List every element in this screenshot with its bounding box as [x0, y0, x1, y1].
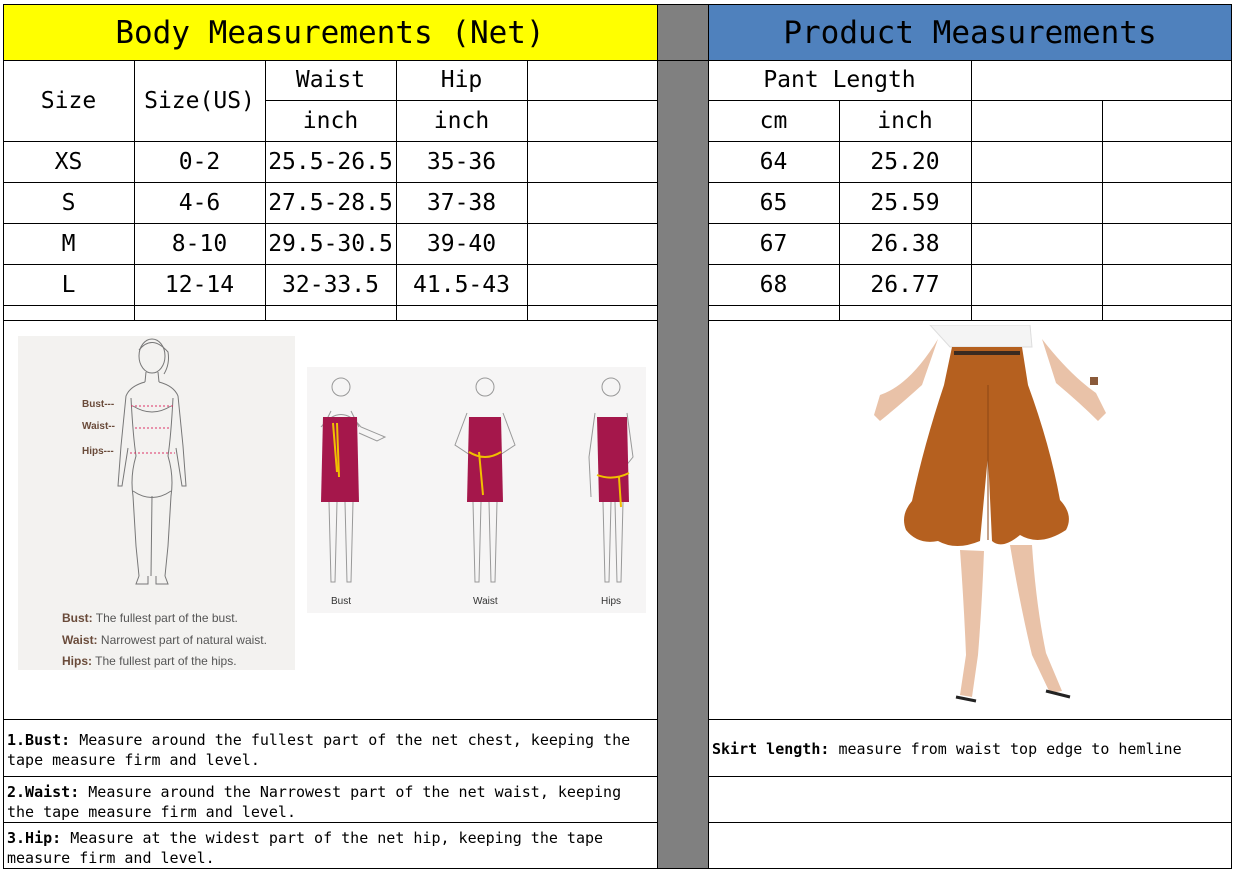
cell-cm: 67: [759, 231, 788, 257]
col-waist-unit: inch: [302, 108, 359, 134]
note-hip-label: 3.Hip:: [7, 829, 62, 847]
col-hip-unit: inch: [433, 108, 490, 134]
note-waist-label: 2.Waist:: [7, 783, 80, 801]
dress-figure-bust: [320, 377, 387, 583]
note-hip-text: Measure at the widest part of the net hi…: [7, 829, 604, 867]
dress-measure-figure: Bust Waist Hips: [307, 367, 646, 613]
def-hips-label: Hips:: [62, 654, 92, 668]
label-mid-bust: Bust: [331, 596, 352, 607]
col-pl-inch: inch: [877, 108, 933, 134]
cell-waist: 27.5-28.5: [268, 190, 393, 216]
def-hips-text: The fullest part of the hips.: [95, 654, 237, 668]
label-waist: Waist--: [82, 421, 115, 432]
col-size-us: Size(US): [144, 87, 255, 114]
label-hips: Hips---: [82, 446, 114, 457]
col-size: Size: [40, 87, 97, 114]
cell-size: XS: [54, 149, 83, 175]
note-bust: 1.Bust: Measure around the fullest part …: [3, 730, 657, 770]
cell-waist: 32-33.5: [282, 272, 379, 298]
product-measurements-header: Product Measurements: [708, 5, 1232, 60]
note-bust-text: Measure around the fullest part of the n…: [7, 731, 631, 769]
cell-cm: 65: [759, 190, 788, 216]
body-measurements-header: Body Measurements (Net): [3, 5, 657, 60]
note-bust-label: 1.Bust:: [7, 731, 71, 749]
label-bust: Bust---: [82, 399, 115, 410]
def-bust-label: Bust:: [62, 611, 93, 625]
cell-size-us: 4-6: [178, 190, 221, 216]
cell-size-us: 0-2: [178, 149, 221, 175]
def-waist-text: Narrowest part of natural waist.: [100, 633, 267, 647]
def-hips: Hips: The fullest part of the hips.: [62, 654, 237, 668]
label-mid-hips: Hips: [601, 596, 622, 607]
note-skirt-length: Skirt length: measure from waist top edg…: [708, 739, 1232, 759]
col-hip: Hip: [440, 67, 483, 93]
note-hip: 3.Hip: Measure at the widest part of the…: [3, 828, 657, 868]
cell-size: L: [61, 272, 76, 298]
cell-inch: 26.77: [870, 272, 940, 298]
cell-waist: 25.5-26.5: [268, 149, 393, 175]
product-photo: [860, 324, 1130, 715]
cell-hip: 35-36: [426, 149, 497, 175]
cell-waist: 29.5-30.5: [268, 231, 393, 257]
cell-cm: 64: [759, 149, 788, 175]
def-bust: Bust: The fullest part of the bust.: [62, 611, 238, 625]
cell-size-us: 12-14: [164, 272, 235, 298]
cell-hip: 39-40: [426, 231, 497, 257]
cell-inch: 25.20: [870, 149, 940, 175]
label-mid-waist: Waist: [473, 596, 498, 607]
culotte-pants-illustration: [874, 324, 1106, 703]
note-skirt-text: measure from waist top edge to hemline: [838, 740, 1182, 758]
def-bust-text: The fullest part of the bust.: [95, 611, 238, 625]
col-pant-length: Pant Length: [763, 67, 916, 93]
dress-figure-hips: [588, 377, 634, 583]
col-waist: Waist: [295, 67, 366, 93]
dress-figure-waist: [454, 377, 516, 583]
cell-inch: 25.59: [870, 190, 940, 216]
body-measure-figure: Bust--- Waist-- Hips--- Bust: The fulles…: [18, 336, 295, 670]
cell-hip: 41.5-43: [413, 272, 510, 298]
note-skirt-label: Skirt length:: [712, 740, 830, 758]
cell-size-us: 8-10: [171, 231, 228, 257]
cell-size: S: [61, 190, 76, 216]
gray-separator: [657, 5, 708, 868]
note-waist: 2.Waist: Measure around the Narrowest pa…: [3, 782, 657, 822]
cell-cm: 68: [759, 272, 788, 298]
cell-inch: 26.38: [870, 231, 940, 257]
def-waist-label: Waist:: [62, 633, 98, 647]
cell-hip: 37-38: [426, 190, 497, 216]
def-waist: Waist: Narrowest part of natural waist.: [62, 633, 267, 647]
dress-illustration: [320, 377, 634, 583]
col-pl-cm: cm: [759, 108, 788, 134]
note-waist-text: Measure around the Narrowest part of the…: [7, 783, 622, 821]
cell-size: M: [61, 231, 76, 257]
